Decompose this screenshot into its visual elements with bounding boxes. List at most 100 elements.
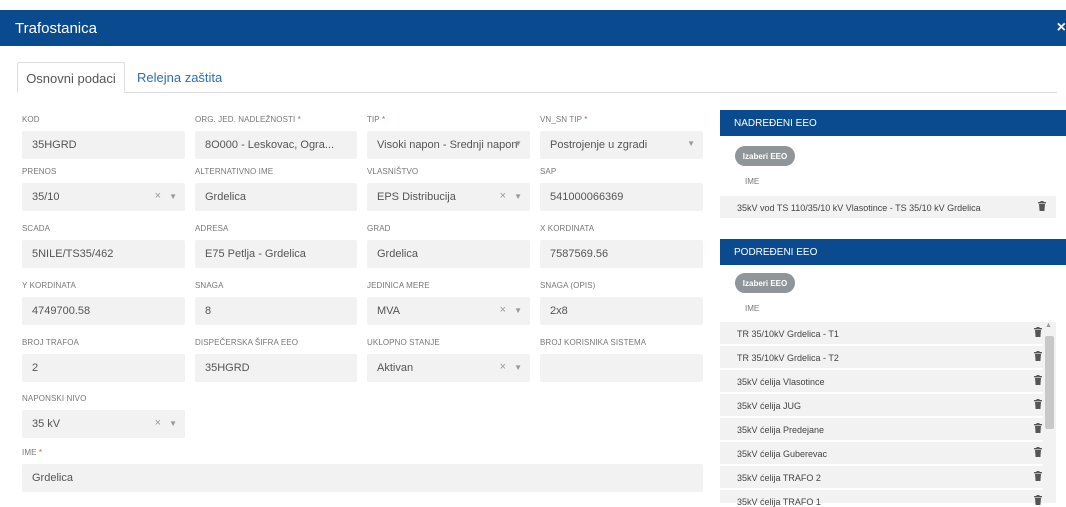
list-item: 35kV ćelija Vlasotince	[720, 370, 1056, 392]
list-item: 35kV ćelija Guberevac	[720, 442, 1056, 464]
trash-icon[interactable]	[1034, 327, 1042, 337]
label-scada: SCADA	[22, 224, 51, 233]
label-kod: KOD	[22, 115, 40, 124]
label-ime: IME *	[22, 448, 43, 457]
list-item-label: TR 35/10kV Grdelica - T1	[737, 329, 839, 339]
label-napon: NAPONSKI NIVO	[22, 394, 87, 403]
nadredeni-header: NADREĐENI EEO	[720, 110, 1066, 136]
field-alt: ALTERNATIVNO IME Grdelica	[195, 167, 357, 211]
field-broj-kor: BROJ KORISNIKA SISTEMA	[540, 338, 703, 382]
izaberi-eeo-button-podredeni[interactable]: Izaberi EEO	[735, 273, 795, 293]
label-yk: Y KORDINATA	[22, 281, 76, 290]
scroll-up-icon[interactable]: ▲	[1045, 322, 1052, 329]
trash-icon[interactable]	[1038, 201, 1046, 211]
list-item-label: 35kV ćelija TRAFO 2	[737, 473, 821, 483]
input-scada[interactable]: 5NILE/TS35/462	[22, 240, 185, 268]
list-scrollbar-thumb[interactable]	[1045, 336, 1054, 429]
label-grad: GRAD	[367, 224, 391, 233]
list-item-label: 35kV ćelija Vlasotince	[737, 377, 825, 387]
label-jedinica: JEDINICA MERE	[367, 281, 430, 290]
window-titlebar: Trafostanica ×	[0, 10, 1066, 46]
input-broj-kor[interactable]	[540, 354, 703, 382]
nadredeni-row-label: 35kV vod TS 110/35/10 kV Vlasotince - TS…	[737, 203, 981, 213]
input-yk[interactable]: 4749700.58	[22, 297, 185, 325]
field-scada: SCADA 5NILE/TS35/462	[22, 224, 185, 268]
input-xk[interactable]: 7587569.56	[540, 240, 703, 268]
label-broj-trafoa: BROJ TRAFOA	[22, 338, 79, 347]
list-item-label: 35kV ćelija TRAFO 1	[737, 497, 821, 507]
field-adresa: ADRESA E75 Petlja - Grdelica	[195, 224, 357, 268]
list-item: 35kV ćelija Predejane	[720, 418, 1056, 440]
label-broj-kor: BROJ KORISNIKA SISTEMA	[540, 338, 647, 347]
field-xk: X KORDINATA 7587569.56	[540, 224, 703, 268]
input-broj-trafoa[interactable]: 2	[22, 354, 185, 382]
tab-relejna-zastita[interactable]: Relejna zaštita	[137, 62, 222, 93]
label-alt: ALTERNATIVNO IME	[195, 167, 274, 176]
field-disp: DISPEČERSKA ŠIFRA EEO 35HGRD	[195, 338, 357, 382]
field-napon: NAPONSKI NIVO 35 kV × ▼	[22, 394, 185, 438]
input-sap[interactable]: 541000066369	[540, 183, 703, 211]
trash-icon[interactable]	[1034, 423, 1042, 433]
select-prenos[interactable]: 35/10 × ▼	[22, 183, 185, 211]
trash-icon[interactable]	[1034, 447, 1042, 457]
field-vnsn: VN_SN TIP * Postrojenje u zgradi ▼	[540, 115, 703, 159]
podredeni-col-ime: IME	[745, 304, 760, 313]
select-vnsn[interactable]: Postrojenje u zgradi ▼	[540, 131, 703, 159]
input-disp[interactable]: 35HGRD	[195, 354, 357, 382]
list-item: TR 35/10kV Grdelica - T2	[720, 346, 1056, 368]
select-uklopno[interactable]: Aktivan × ▼	[367, 354, 530, 382]
label-org: ORG. JED. NADLEŽNOSTI *	[195, 115, 301, 124]
select-napon[interactable]: 35 kV × ▼	[22, 410, 185, 438]
izaberi-eeo-button-nadredeni[interactable]: Izaberi EEO	[735, 146, 795, 166]
list-item: 35kV ćelija TRAFO 2	[720, 466, 1056, 488]
clear-icon[interactable]: ×	[500, 361, 506, 373]
field-tip: TIP * Visoki napon - Srednji napon ▼	[367, 115, 530, 159]
field-org: ORG. JED. NADLEŽNOSTI * 8O000 - Leskovac…	[195, 115, 357, 159]
chevron-down-icon[interactable]: ▼	[169, 419, 177, 428]
select-jedinica[interactable]: MVA × ▼	[367, 297, 530, 325]
chevron-down-icon[interactable]: ▼	[514, 192, 522, 201]
label-disp: DISPEČERSKA ŠIFRA EEO	[195, 338, 299, 347]
label-snaga: SNAGA	[195, 281, 224, 290]
input-grad[interactable]: Grdelica	[367, 240, 530, 268]
nadredeni-col-ime: IME	[745, 177, 760, 186]
tab-bar: Osnovni podaci Relejna zaštita	[17, 62, 1057, 93]
clear-icon[interactable]: ×	[155, 190, 161, 202]
chevron-down-icon[interactable]: ▼	[514, 306, 522, 315]
list-item: 35kV ćelija TRAFO 1	[720, 490, 1056, 507]
select-tip[interactable]: Visoki napon - Srednji napon ▼	[367, 131, 530, 159]
field-yk: Y KORDINATA 4749700.58	[22, 281, 185, 325]
trash-icon[interactable]	[1034, 471, 1042, 481]
input-adresa[interactable]: E75 Petlja - Grdelica	[195, 240, 357, 268]
clear-icon[interactable]: ×	[155, 417, 161, 429]
input-alt[interactable]: Grdelica	[195, 183, 357, 211]
chevron-down-icon[interactable]: ▼	[514, 139, 522, 148]
label-sap: SAP	[540, 167, 557, 176]
trash-icon[interactable]	[1034, 375, 1042, 385]
list-item-label: TR 35/10kV Grdelica - T2	[737, 353, 839, 363]
list-item-label: 35kV ćelija Predejane	[737, 425, 825, 435]
input-snaga[interactable]: 8	[195, 297, 357, 325]
chevron-down-icon[interactable]: ▼	[169, 192, 177, 201]
list-item-label: 35kV ćelija JUG	[737, 401, 802, 411]
input-kod[interactable]: 35HGRD	[22, 131, 185, 159]
window-title: Trafostanica	[15, 20, 97, 37]
clear-icon[interactable]: ×	[500, 304, 506, 316]
trash-icon[interactable]	[1034, 495, 1042, 505]
trash-icon[interactable]	[1034, 351, 1042, 361]
trash-icon[interactable]	[1034, 399, 1042, 409]
input-ime[interactable]: Grdelica	[22, 464, 703, 492]
close-icon[interactable]: ×	[1057, 19, 1066, 37]
field-uklopno: UKLOPNO STANJE Aktivan × ▼	[367, 338, 530, 382]
select-vlasnistvo[interactable]: EPS Distribucija × ▼	[367, 183, 530, 211]
nadredeni-row: 35kV vod TS 110/35/10 kV Vlasotince - TS…	[720, 196, 1056, 218]
label-xk: X KORDINATA	[540, 224, 595, 233]
tab-osnovni-podaci[interactable]: Osnovni podaci	[17, 62, 125, 93]
clear-icon[interactable]: ×	[500, 190, 506, 202]
input-org[interactable]: 8O000 - Leskovac, Ogra...	[195, 131, 357, 159]
chevron-down-icon[interactable]: ▼	[514, 363, 522, 372]
field-vlasnistvo: VLASNIŠTVO EPS Distribucija × ▼	[367, 167, 530, 211]
chevron-down-icon[interactable]: ▼	[687, 139, 695, 148]
label-vnsn: VN_SN TIP *	[540, 115, 588, 124]
input-snaga-opis[interactable]: 2x8	[540, 297, 703, 325]
